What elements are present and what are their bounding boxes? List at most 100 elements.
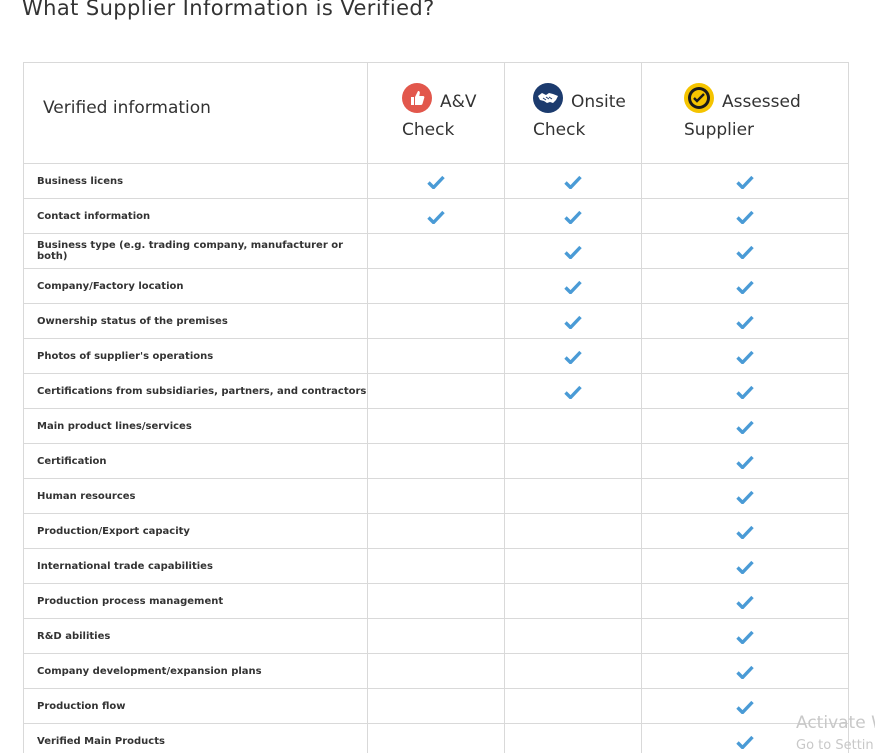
plan-name-line2: Check [402, 119, 455, 140]
table-row: Business type (e.g. trading company, man… [23, 233, 849, 269]
watermark-line2: Go to Settin [796, 738, 874, 753]
check-cell [504, 478, 642, 514]
check-cell [367, 478, 505, 514]
feature-label: Certification [23, 443, 368, 479]
feature-label: Main product lines/services [23, 408, 368, 444]
check-cell [641, 233, 849, 269]
watermark-line1: Activate W [796, 713, 875, 733]
feature-label: Business licens [23, 163, 368, 199]
check-cell [367, 548, 505, 584]
plan-header-onsite-check: Onsite Check [504, 62, 642, 164]
check-cell [367, 163, 505, 199]
check-cell [367, 653, 505, 689]
check-cell [367, 513, 505, 549]
table-row: Photos of supplier's operations [23, 338, 849, 374]
feature-label: Business type (e.g. trading company, man… [23, 233, 368, 269]
check-icon [736, 732, 754, 751]
check-icon [564, 277, 582, 296]
check-cell [367, 198, 505, 234]
table-row: International trade capabilities [23, 548, 849, 584]
handshake-icon [533, 82, 563, 113]
feature-label: Human resources [23, 478, 368, 514]
check-icon [427, 207, 445, 226]
header-label-cell: Verified information [23, 62, 368, 164]
check-cell [367, 338, 505, 374]
table-row: R&D abilities [23, 618, 849, 654]
check-cell [504, 618, 642, 654]
check-cell [367, 723, 505, 753]
check-icon [736, 312, 754, 331]
check-icon [736, 382, 754, 401]
check-icon [564, 207, 582, 226]
check-icon [427, 172, 445, 191]
check-cell [641, 268, 849, 304]
check-cell [504, 513, 642, 549]
table-row: Verified Main Products [23, 723, 849, 753]
check-cell [367, 583, 505, 619]
check-cell [367, 303, 505, 339]
table-row: Company development/expansion plans [23, 653, 849, 689]
check-icon [564, 382, 582, 401]
check-icon [736, 697, 754, 716]
verification-comparison-table: Verified information A&V Check Onsite Ch… [23, 62, 849, 753]
check-icon [736, 452, 754, 471]
plan-name-line2: Supplier [684, 119, 755, 140]
feature-label: Company/Factory location [23, 268, 368, 304]
table-row: Human resources [23, 478, 849, 514]
feature-label: Photos of supplier's operations [23, 338, 368, 374]
check-cell [641, 548, 849, 584]
check-cell [504, 583, 642, 619]
table-row: Company/Factory location [23, 268, 849, 304]
check-cell [504, 198, 642, 234]
check-icon [736, 172, 754, 191]
feature-label: International trade capabilities [23, 548, 368, 584]
plan-name-line1: Assessed [722, 91, 801, 112]
table-header-row: Verified information A&V Check Onsite Ch… [23, 62, 849, 164]
table-row: Certification [23, 443, 849, 479]
check-cell [641, 618, 849, 654]
check-cell [367, 443, 505, 479]
table-row: Ownership status of the premises [23, 303, 849, 339]
feature-label: Production/Export capacity [23, 513, 368, 549]
table-row: Production/Export capacity [23, 513, 849, 549]
check-icon [564, 172, 582, 191]
check-cell [504, 653, 642, 689]
check-cell [641, 583, 849, 619]
check-cell [504, 688, 642, 724]
plan-name-line2: Check [533, 119, 586, 140]
check-icon [564, 312, 582, 331]
check-cell [641, 303, 849, 339]
table-row: Business licens [23, 163, 849, 199]
check-icon [736, 417, 754, 436]
table-row: Certifications from subsidiaries, partne… [23, 373, 849, 409]
check-cell [504, 338, 642, 374]
check-icon [736, 522, 754, 541]
feature-label: Certifications from subsidiaries, partne… [23, 373, 368, 409]
check-cell [504, 373, 642, 409]
check-icon [736, 557, 754, 576]
check-cell [367, 233, 505, 269]
plan-header-assessed-supplier: Assessed Supplier [641, 62, 849, 164]
check-cell [504, 548, 642, 584]
assessed-badge-icon [684, 82, 714, 113]
plan-name-line1: Onsite [571, 91, 626, 112]
feature-label: Company development/expansion plans [23, 653, 368, 689]
feature-label: Verified Main Products [23, 723, 368, 753]
check-cell [504, 723, 642, 753]
check-icon [736, 347, 754, 366]
check-icon [736, 207, 754, 226]
thumbs-up-icon [402, 82, 432, 113]
check-icon [564, 242, 582, 261]
check-icon [564, 347, 582, 366]
feature-label: Production process management [23, 583, 368, 619]
check-cell [641, 198, 849, 234]
check-icon [736, 242, 754, 261]
feature-label: Production flow [23, 688, 368, 724]
check-icon [736, 487, 754, 506]
check-cell [367, 618, 505, 654]
check-cell [641, 163, 849, 199]
check-cell [641, 408, 849, 444]
check-icon [736, 627, 754, 646]
check-cell [367, 408, 505, 444]
check-cell [367, 268, 505, 304]
